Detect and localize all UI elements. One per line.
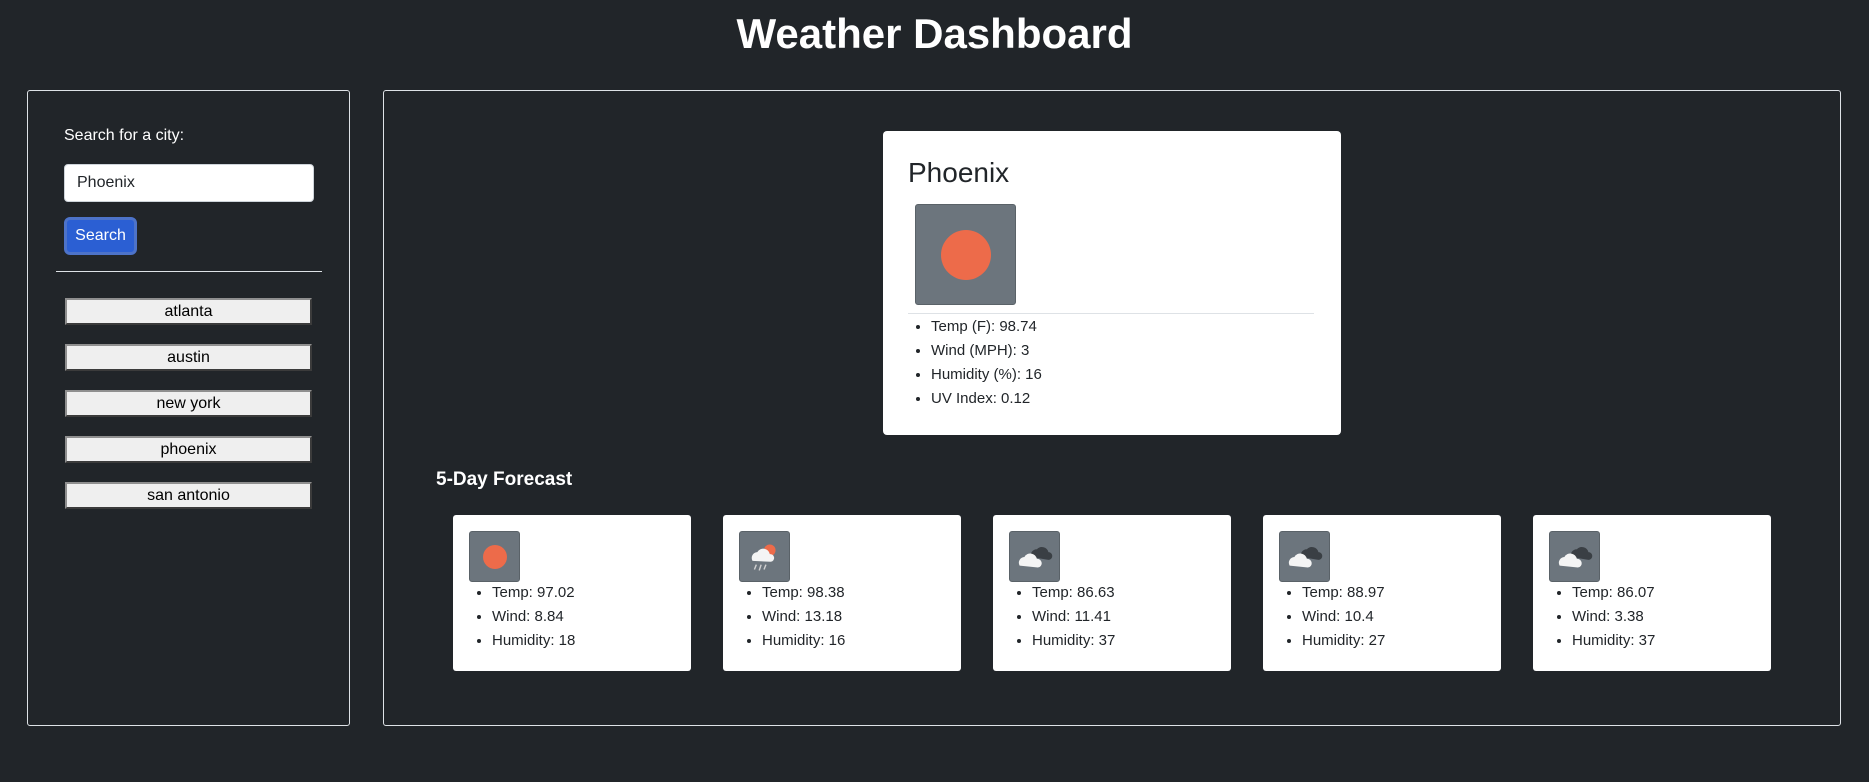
clouds-icon [1009,531,1060,582]
current-uv-index: UV Index: 0.12 [931,387,1042,411]
current-temp: Temp (F): 98.74 [931,315,1042,339]
search-sidebar: Search for a city: Search atlanta austin… [27,90,350,726]
sun-icon [469,531,520,582]
forecast-temp: Temp: 88.97 [1302,581,1385,605]
history-button-atlanta[interactable]: atlanta [65,298,312,325]
search-label: Search for a city: [64,127,185,144]
clouds-icon [1279,531,1330,582]
current-stats-list: Temp (F): 98.74 Wind (MPH): 3 Humidity (… [908,315,1042,411]
forecast-stats-list: Temp: 86.07 Wind: 3.38 Humidity: 37 [1549,581,1655,653]
forecast-card-day-4: Temp: 88.97 Wind: 10.4 Humidity: 27 [1263,515,1501,671]
search-input[interactable] [64,164,314,202]
forecast-title: 5-Day Forecast [436,469,573,490]
history-button-san-antonio[interactable]: san antonio [65,482,312,509]
forecast-wind: Wind: 13.18 [762,605,845,629]
forecast-humidity: Humidity: 16 [762,629,845,653]
forecast-temp: Temp: 97.02 [492,581,575,605]
current-city-name: Phoenix [908,157,1010,188]
page-title: Weather Dashboard [736,10,1133,57]
forecast-temp: Temp: 98.38 [762,581,845,605]
forecast-stats-list: Temp: 88.97 Wind: 10.4 Humidity: 27 [1279,581,1385,653]
forecast-stats-list: Temp: 98.38 Wind: 13.18 Humidity: 16 [739,581,845,653]
sidebar-divider [56,271,322,272]
search-button[interactable]: Search [64,217,137,255]
forecast-stats-list: Temp: 97.02 Wind: 8.84 Humidity: 18 [469,581,575,653]
forecast-humidity: Humidity: 27 [1302,629,1385,653]
forecast-card-day-3: Temp: 86.63 Wind: 11.41 Humidity: 37 [993,515,1231,671]
rain-sun-icon [739,531,790,582]
forecast-wind: Wind: 8.84 [492,605,575,629]
forecast-temp: Temp: 86.63 [1032,581,1115,605]
sun-icon [915,204,1016,305]
forecast-card-day-2: Temp: 98.38 Wind: 13.18 Humidity: 16 [723,515,961,671]
forecast-humidity: Humidity: 37 [1572,629,1655,653]
forecast-temp: Temp: 86.07 [1572,581,1655,605]
current-weather-card: Phoenix Temp (F): 98.74 Wind (MPH): 3 Hu… [883,131,1341,435]
forecast-wind: Wind: 11.41 [1032,605,1115,629]
history-button-phoenix[interactable]: phoenix [65,436,312,463]
forecast-humidity: Humidity: 18 [492,629,575,653]
current-wind: Wind (MPH): 3 [931,339,1042,363]
forecast-stats-list: Temp: 86.63 Wind: 11.41 Humidity: 37 [1009,581,1115,653]
forecast-card-day-1: Temp: 97.02 Wind: 8.84 Humidity: 18 [453,515,691,671]
forecast-card-day-5: Temp: 86.07 Wind: 3.38 Humidity: 37 [1533,515,1771,671]
search-history-list: atlanta austin new york phoenix san anto… [65,298,312,528]
forecast-wind: Wind: 3.38 [1572,605,1655,629]
forecast-humidity: Humidity: 37 [1032,629,1115,653]
current-humidity: Humidity (%): 16 [931,363,1042,387]
history-button-new-york[interactable]: new york [65,390,312,417]
forecast-wind: Wind: 10.4 [1302,605,1385,629]
clouds-icon [1549,531,1600,582]
weather-main-panel: Phoenix Temp (F): 98.74 Wind (MPH): 3 Hu… [383,90,1841,726]
card-divider [908,313,1314,314]
history-button-austin[interactable]: austin [65,344,312,371]
